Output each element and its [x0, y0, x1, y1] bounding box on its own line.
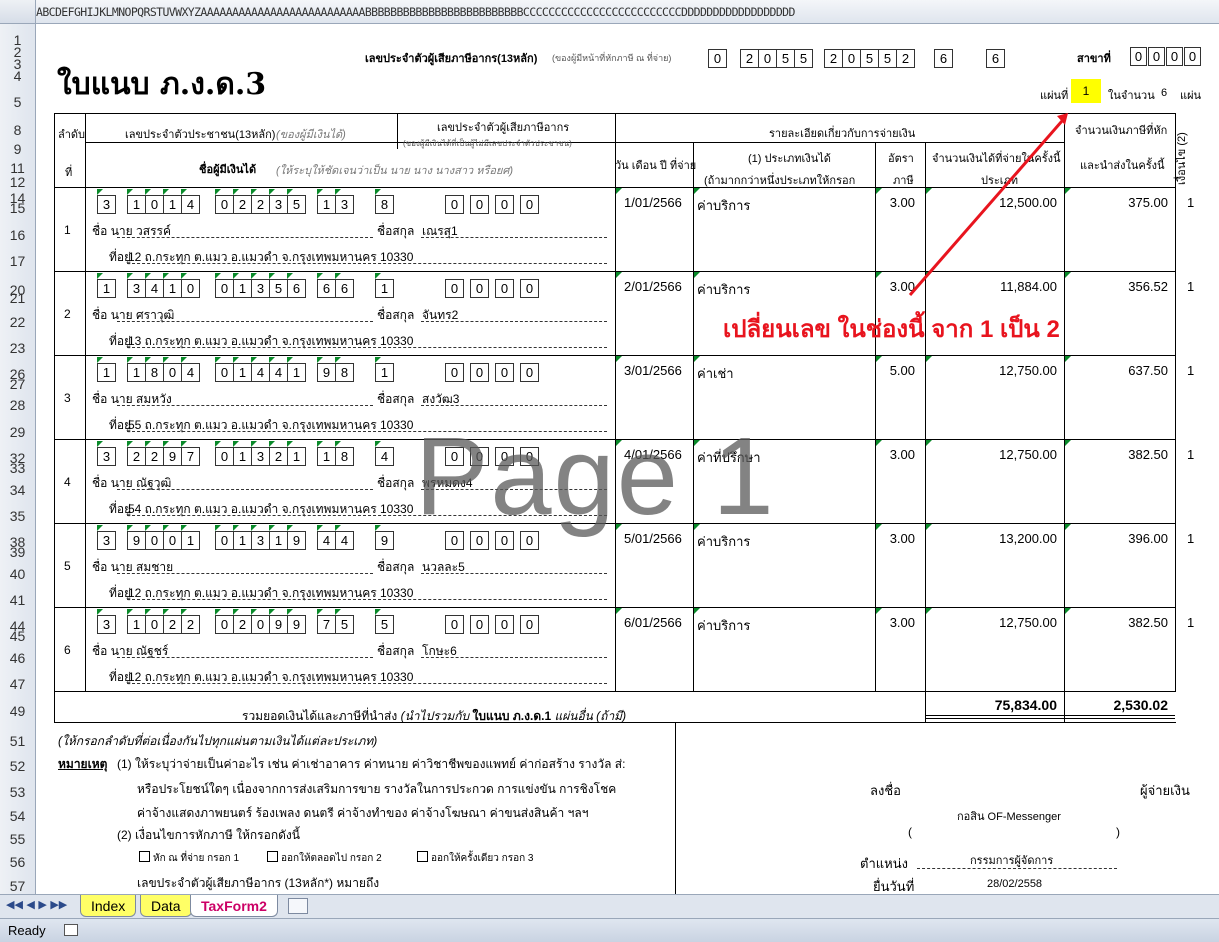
row-number[interactable]: 28 — [0, 397, 35, 413]
sheet-tabs: ◀◀ ◀ ▶ ▶▶ Index Data TaxForm2 — [0, 894, 1219, 918]
row-number[interactable]: 33 — [0, 460, 35, 476]
row-number[interactable]: 27 — [0, 376, 35, 392]
select-all-corner[interactable] — [0, 0, 36, 24]
row-number[interactable]: 45 — [0, 628, 35, 644]
row-number[interactable]: 21 — [0, 290, 35, 306]
tab-taxform2[interactable]: TaxForm2 — [190, 895, 278, 917]
row-number[interactable]: 53 — [0, 784, 35, 800]
row-number[interactable]: 55 — [0, 831, 35, 847]
row-number[interactable]: 49 — [0, 703, 35, 719]
tab-nav-arrows[interactable]: ◀◀ ◀ ▶ ▶▶ — [6, 898, 67, 911]
row-number[interactable]: 52 — [0, 758, 35, 774]
annotation-arrow — [908, 113, 1068, 296]
row-number[interactable]: 4 — [0, 68, 35, 84]
row-number[interactable]: 29 — [0, 424, 35, 440]
tab-data[interactable]: Data — [140, 895, 192, 917]
row-number[interactable]: 40 — [0, 566, 35, 582]
row-number[interactable]: 12 — [0, 174, 35, 190]
worksheet[interactable]: ใบแนบ ภ.ง.ด.3 เลขประจำตัวผู้เสียภาษีอากร… — [37, 25, 1219, 894]
row-number[interactable]: 57 — [0, 878, 35, 894]
row-number[interactable]: 5 — [0, 94, 35, 110]
row-number[interactable]: 35 — [0, 508, 35, 524]
row-number[interactable]: 17 — [0, 253, 35, 269]
row-number[interactable]: 51 — [0, 733, 35, 749]
column-header[interactable]: ABCDEFGHIJKLMNOPQRSTUVWXYZAAAAAAAAAAAAAA… — [0, 0, 1219, 24]
row-number[interactable]: 46 — [0, 650, 35, 666]
tab-index[interactable]: Index — [80, 895, 137, 917]
row-number[interactable]: 47 — [0, 676, 35, 692]
row-number[interactable]: 23 — [0, 340, 35, 356]
row-number[interactable]: 15 — [0, 200, 35, 216]
annotation-text: เปลี่ยนเลข ในช่องนี้ จาก 1 เป็น 2 — [723, 316, 1060, 343]
row-number[interactable]: 39 — [0, 544, 35, 560]
macro-record-icon[interactable] — [64, 924, 78, 936]
row-number[interactable]: 41 — [0, 592, 35, 608]
status-text: Ready — [8, 923, 46, 938]
row-number[interactable]: 34 — [0, 482, 35, 498]
row-number[interactable]: 54 — [0, 808, 35, 824]
arrow-line — [908, 120, 1064, 296]
row-header[interactable]: 1 2 3 4 5 8 9 11 12 14 15 16 17 20 21 22 23 26 27 28 29 32 33 3… — [0, 24, 36, 894]
status-bar: Ready — [0, 918, 1219, 942]
row-number[interactable]: 16 — [0, 227, 35, 243]
row-number[interactable]: 9 — [0, 141, 35, 157]
insert-sheet-icon[interactable] — [288, 898, 308, 914]
row-number[interactable]: 8 — [0, 122, 35, 138]
row-number[interactable]: 22 — [0, 314, 35, 330]
row-number[interactable]: 56 — [0, 854, 35, 870]
